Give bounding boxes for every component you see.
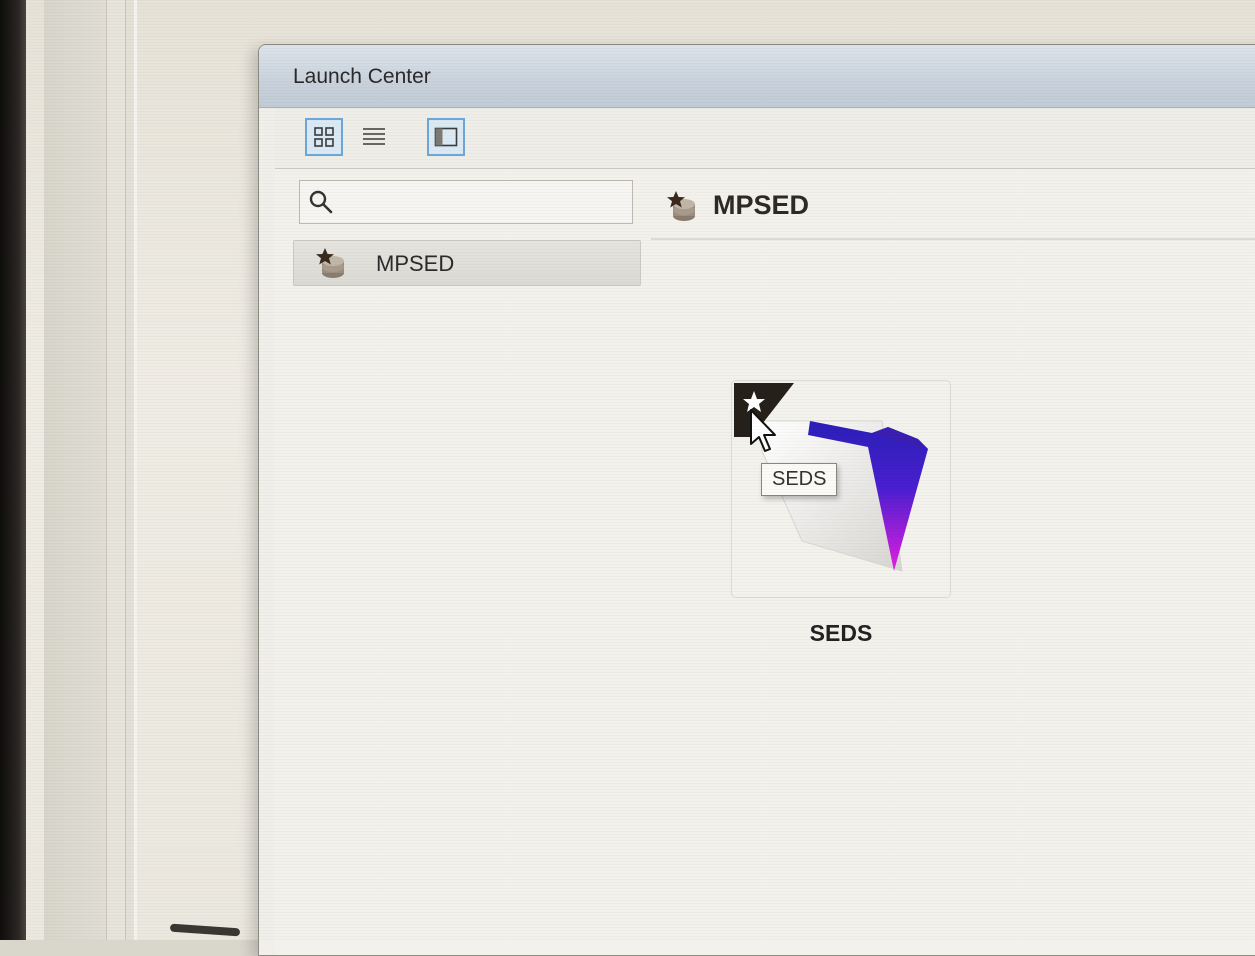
launch-center-window: Launch Center MPSED MPSED SEDS SEDS	[258, 44, 1255, 956]
pane-heading: MPSED	[713, 190, 810, 220]
database-star-icon	[667, 191, 695, 221]
toolbar	[275, 108, 1255, 169]
list-view-button[interactable]	[355, 118, 393, 156]
sidebar-panel-icon	[434, 127, 458, 147]
grid-view-button[interactable]	[305, 118, 343, 156]
search-input[interactable]	[340, 187, 624, 219]
search-icon	[309, 190, 333, 214]
monitor-bezel	[0, 0, 26, 940]
sidebar-item-mpsed[interactable]: MPSED	[293, 240, 641, 286]
app-name-label: SEDS	[809, 620, 873, 646]
background-window-frame	[106, 0, 126, 940]
title-bar[interactable]: Launch Center	[259, 45, 1255, 108]
search-field[interactable]	[299, 180, 633, 224]
pane-header: MPSED	[651, 180, 1255, 240]
sidebar-item-label: MPSED	[376, 251, 455, 276]
window-content: MPSED MPSED SEDS SEDS	[275, 108, 1255, 955]
grid-view-icon	[314, 127, 334, 147]
window-title: Launch Center	[293, 65, 431, 88]
sidebar-toggle-button[interactable]	[427, 118, 465, 156]
mouse-cursor-icon	[750, 409, 776, 452]
list-view-icon	[363, 128, 385, 145]
database-star-icon	[316, 248, 344, 278]
tooltip: SEDS	[761, 463, 838, 496]
